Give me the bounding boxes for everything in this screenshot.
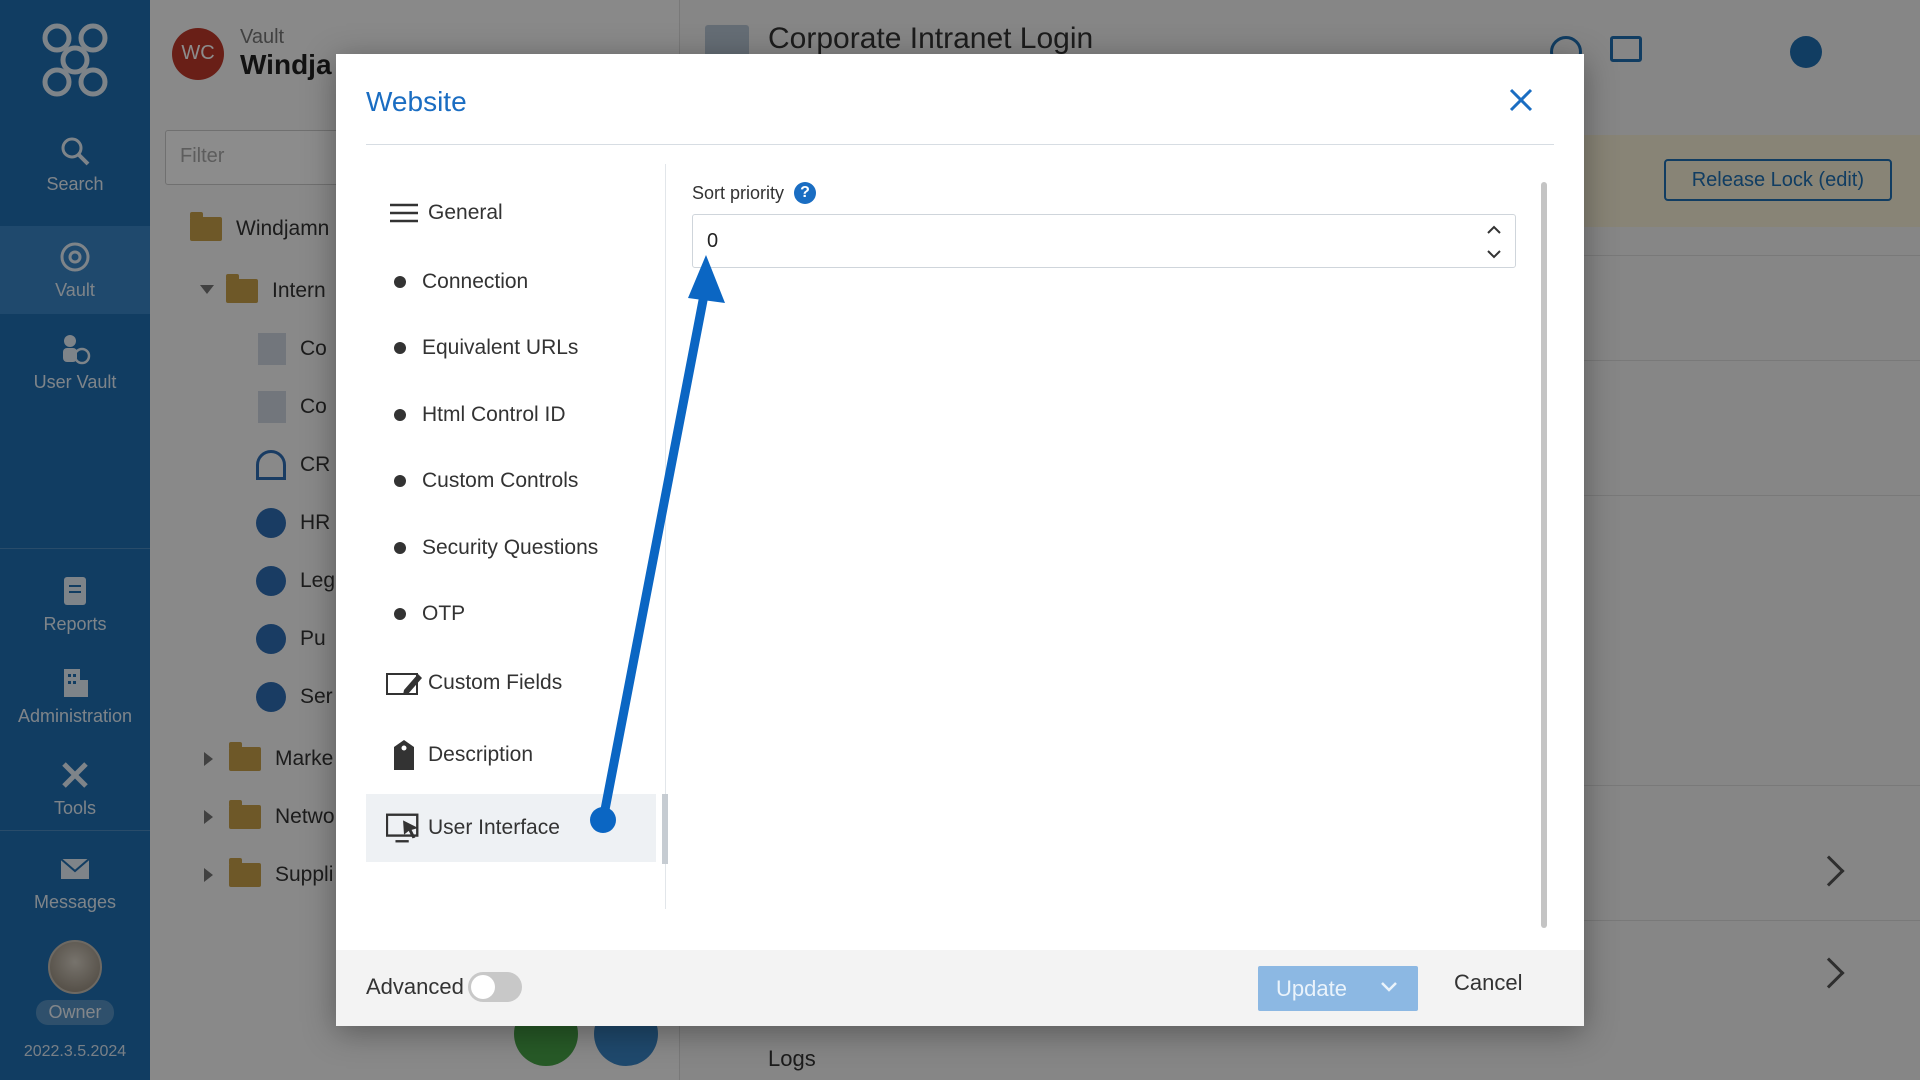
sort-priority-stepper[interactable] [692,214,1516,268]
sort-priority-label-row: Sort priority ? [692,182,817,204]
section-otp[interactable]: OTP [366,580,656,648]
section-equivalent-urls[interactable]: Equivalent URLs [366,314,656,382]
bullet-icon [394,542,406,554]
close-icon[interactable] [1503,82,1539,118]
update-button[interactable]: Update [1258,966,1418,1011]
edit-icon [386,668,422,698]
app-root: Search Vault User Vault Reports Administ… [0,0,1920,1080]
section-general-label: General [428,201,503,224]
section-connection-label: Connection [422,270,529,293]
dialog-footer: Advanced Update Cancel [336,950,1584,1026]
toggle-knob [471,975,495,999]
menu-icon [386,198,422,228]
section-otp-label: OTP [422,602,466,625]
chevron-down-icon[interactable] [1483,243,1505,265]
section-security-questions-label: Security Questions [422,536,599,559]
section-custom-fields[interactable]: Custom Fields [366,649,656,717]
section-user-interface-label: User Interface [428,816,560,839]
advanced-toggle[interactable] [468,972,522,1002]
pane-scrollbar[interactable] [1541,182,1547,928]
section-general[interactable]: General [366,179,656,247]
section-user-interface[interactable]: User Interface [366,794,668,864]
update-button-label: Update [1276,975,1347,1001]
sort-priority-input[interactable] [693,215,1473,267]
bullet-icon [394,475,406,487]
section-connection[interactable]: Connection [366,248,656,316]
user-interface-pane: Sort priority ? [692,164,1552,909]
section-custom-controls[interactable]: Custom Controls [366,447,656,515]
section-custom-fields-label: Custom Fields [428,671,563,694]
tag-icon [386,740,422,770]
monitor-cursor-icon [386,813,422,843]
section-equivalent-urls-label: Equivalent URLs [422,336,579,359]
dialog-divider [366,144,1554,145]
cancel-button[interactable]: Cancel [1454,970,1522,996]
section-custom-controls-label: Custom Controls [422,469,579,492]
bullet-icon [394,276,406,288]
section-html-control-id[interactable]: Html Control ID [366,381,656,449]
website-dialog: Website General Connection Equivalent UR… [336,54,1584,1026]
bullet-icon [394,409,406,421]
chevron-down-icon[interactable] [1380,978,1398,996]
section-html-control-id-label: Html Control ID [422,403,566,426]
chevron-up-icon[interactable] [1483,219,1505,241]
bullet-icon [394,342,406,354]
advanced-label: Advanced [366,974,464,999]
dialog-section-nav: General Connection Equivalent URLs Html … [366,164,668,909]
section-description-label: Description [428,743,534,766]
help-icon[interactable]: ? [794,182,817,204]
bullet-icon [394,608,406,620]
dialog-title: Website [366,86,467,117]
section-security-questions[interactable]: Security Questions [366,514,656,582]
sort-priority-label: Sort priority [692,182,785,203]
section-description[interactable]: Description [366,721,656,789]
